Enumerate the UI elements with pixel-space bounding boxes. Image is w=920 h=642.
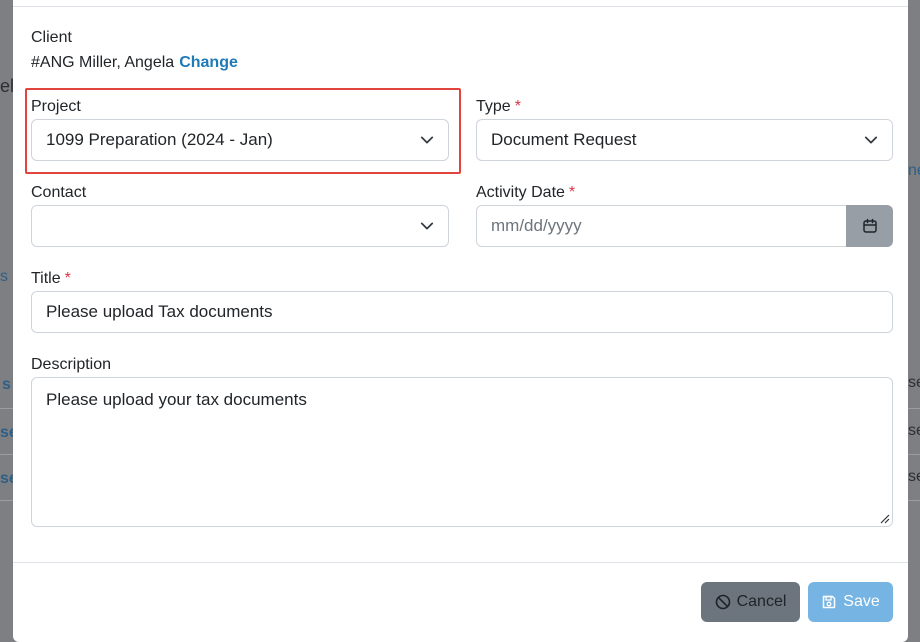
title-input[interactable]: Please upload Tax documents: [31, 291, 893, 333]
client-value-line: #ANG Miller, Angela Change: [31, 54, 238, 72]
date-picker-button[interactable]: [846, 205, 893, 247]
save-button-label: Save: [843, 593, 880, 610]
backdrop-divider: [0, 500, 14, 501]
contact-select[interactable]: [31, 205, 449, 247]
ban-icon: [715, 594, 730, 610]
header-divider: [13, 6, 908, 7]
title-label-text: Title: [31, 270, 61, 287]
backdrop-divider: [0, 454, 14, 455]
project-highlight-box: [25, 88, 461, 174]
backdrop-text-fragment: s: [2, 376, 11, 393]
type-select-value: Document Request: [491, 130, 637, 149]
required-asterisk: *: [568, 184, 576, 201]
backdrop-text-fragment: se: [908, 374, 920, 391]
backdrop-text-fragment: ne: [908, 162, 920, 179]
cancel-button-label: Cancel: [736, 593, 787, 610]
backdrop-text-fragment: se: [908, 422, 920, 439]
activity-date-input[interactable]: mm/dd/yyyy: [476, 205, 848, 247]
type-select[interactable]: Document Request: [476, 119, 893, 161]
type-label-text: Type: [476, 98, 511, 115]
client-label: Client: [31, 29, 72, 46]
activity-date-placeholder: mm/dd/yyyy: [491, 216, 582, 235]
backdrop-divider: [906, 454, 920, 455]
backdrop-divider: [0, 408, 14, 409]
description-textarea[interactable]: Please upload your tax documents: [31, 377, 893, 527]
client-value: #ANG Miller, Angela: [31, 54, 175, 71]
backdrop-text-fragment: s: [0, 268, 8, 285]
backdrop-text-fragment: el: [0, 76, 15, 96]
backdrop-divider: [906, 500, 920, 501]
footer-divider: [13, 562, 908, 563]
contact-label: Contact: [31, 184, 87, 201]
activity-date-label: Activity Date *: [476, 184, 575, 202]
required-asterisk: *: [64, 270, 71, 287]
chevron-down-icon: [864, 136, 878, 144]
title-input-value: Please upload Tax documents: [46, 302, 273, 321]
calendar-icon: [862, 218, 877, 233]
save-button[interactable]: Save: [808, 582, 893, 622]
description-value: Please upload your tax documents: [46, 390, 307, 409]
floppy-disk-icon: [823, 595, 836, 609]
required-asterisk: *: [514, 98, 521, 115]
title-label: Title *: [31, 270, 71, 288]
activity-modal: Client #ANG Miller, Angela Change Project…: [13, 0, 908, 642]
change-client-link[interactable]: Change: [179, 54, 238, 71]
activity-date-label-text: Activity Date: [476, 184, 565, 201]
resize-handle-icon[interactable]: [878, 512, 890, 524]
cancel-button[interactable]: Cancel: [701, 582, 800, 622]
description-label: Description: [31, 356, 112, 373]
type-label: Type *: [476, 98, 521, 116]
chevron-down-icon: [420, 222, 434, 230]
backdrop-divider: [906, 408, 920, 409]
backdrop-text-fragment: se: [908, 468, 920, 485]
